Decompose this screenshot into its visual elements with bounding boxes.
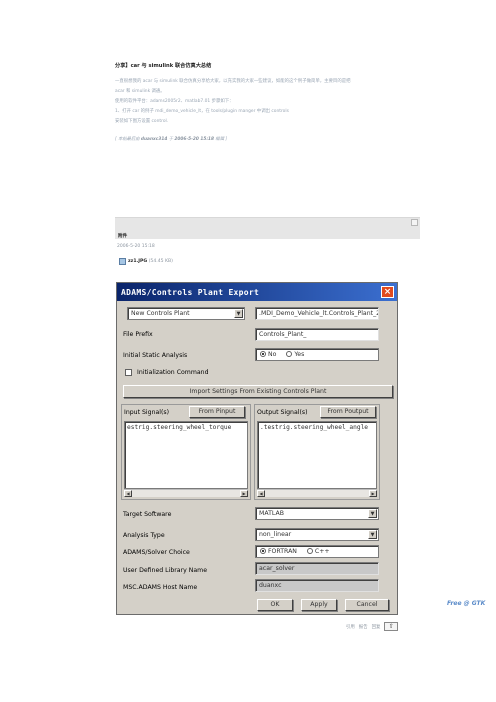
corner-icon bbox=[411, 219, 418, 226]
edit-time: 2006-5-20 15:18 bbox=[174, 137, 215, 142]
output-signals-list[interactable]: .testrig.steering_wheel_angle bbox=[257, 421, 377, 489]
attachment-label: 附件 bbox=[118, 234, 128, 239]
dialog-titlebar[interactable]: ADAMS/Controls Plant Export × bbox=[117, 283, 397, 301]
input-signals-label: Input Signal(s) bbox=[124, 409, 170, 416]
user-library-field[interactable]: acar_solver bbox=[255, 562, 379, 575]
reply-link[interactable]: 回复 bbox=[372, 624, 381, 630]
edit-user[interactable]: duanxc314 bbox=[141, 137, 167, 142]
host-name-field[interactable]: duanxc bbox=[255, 579, 379, 592]
radio-fortran[interactable] bbox=[260, 548, 266, 554]
file-prefix-field[interactable]: Controls_Plant_ bbox=[255, 328, 379, 341]
list-item[interactable]: .testrig.steering_wheel_angle bbox=[260, 424, 374, 431]
dropdown-arrow-icon: ▼ bbox=[368, 509, 377, 518]
edit-note: [ 本帖最后由 duanxc314 于 2006-5-20 15:18 编辑 ] bbox=[115, 137, 228, 142]
scroll-left-icon[interactable]: ◀ bbox=[257, 490, 265, 497]
controls-plant-export-dialog: ADAMS/Controls Plant Export × New Contro… bbox=[116, 282, 398, 615]
scroll-right-icon[interactable]: ▶ bbox=[240, 490, 248, 497]
init-command-label: Initialization Command bbox=[137, 369, 209, 376]
post-text-line: acar 和 simulink 调通。 bbox=[115, 89, 165, 94]
image-file-icon bbox=[119, 258, 126, 265]
analysis-type-label: Analysis Type bbox=[123, 532, 165, 539]
user-library-label: User Defined Library Name bbox=[123, 567, 208, 574]
file-prefix-label: File Prefix bbox=[123, 331, 153, 338]
radio-yes[interactable] bbox=[286, 351, 293, 357]
dropdown-arrow-icon: ▼ bbox=[368, 530, 377, 539]
attachment-bar: 附件 bbox=[115, 217, 420, 239]
radio-cpp[interactable] bbox=[306, 548, 313, 554]
list-item[interactable]: estrig.steering_wheel_torque bbox=[127, 424, 245, 431]
attachment-file-size: (54.45 KB) bbox=[148, 259, 173, 264]
dialog-title: ADAMS/Controls Plant Export bbox=[121, 287, 260, 297]
post-text-line: 一直很想我的 acar 与 simulink 联合仿真分享给大家，以充实我的大家… bbox=[115, 79, 351, 84]
target-software-select[interactable]: MATLAB ▼ bbox=[255, 507, 379, 520]
watermark-logo: Free @ GTK bbox=[447, 600, 486, 607]
apply-button[interactable]: Apply bbox=[301, 599, 337, 611]
initial-static-label: Initial Static Analysis bbox=[123, 352, 188, 359]
radio-no[interactable] bbox=[260, 351, 266, 357]
post-title: 分享】car 与 simulink 联合仿真大总结 bbox=[115, 63, 212, 69]
ok-button[interactable]: OK bbox=[257, 599, 293, 611]
cancel-button[interactable]: Cancel bbox=[345, 599, 389, 611]
post-text-line: 使用的软件平台：adams2005r2、matlab7.01 步骤如下： bbox=[115, 99, 234, 104]
model-name-field[interactable]: .MDI_Demo_Vehicle_lt.Controls_Plant_2 bbox=[255, 307, 379, 320]
dropdown-arrow-icon: ▼ bbox=[234, 309, 243, 318]
input-signals-list[interactable]: estrig.steering_wheel_torque bbox=[124, 421, 248, 489]
initial-static-radio-group: No Yes bbox=[255, 348, 379, 361]
close-icon[interactable]: × bbox=[381, 286, 394, 298]
solver-choice-label: ADAMS/Solver Choice bbox=[123, 549, 190, 556]
input-hscrollbar[interactable]: ◀ ▶ bbox=[124, 489, 248, 497]
import-settings-button[interactable]: Import Settings From Existing Controls P… bbox=[123, 385, 393, 398]
analysis-type-select[interactable]: non_linear ▼ bbox=[255, 528, 379, 541]
from-poutput-button[interactable]: From Poutput bbox=[320, 406, 376, 418]
solver-radio-group: FORTRAN C++ bbox=[255, 545, 379, 558]
plant-select[interactable]: New Controls Plant ▼ bbox=[127, 307, 245, 320]
post-actions: 引用 报告 回复 ⇧ bbox=[346, 622, 399, 631]
init-command-checkbox[interactable] bbox=[125, 369, 132, 376]
host-name-label: MSC.ADAMS Host Name bbox=[123, 584, 198, 591]
from-pinput-button[interactable]: From Pinput bbox=[189, 406, 245, 418]
post-text-line: 1、打开 car 的例子 mdi_demo_vehicle_lt，在 tools… bbox=[115, 109, 289, 114]
attachment-file-name[interactable]: zz1.JPG bbox=[128, 259, 147, 264]
target-software-label: Target Software bbox=[123, 511, 172, 518]
output-signals-label: Output Signal(s) bbox=[257, 409, 308, 416]
scroll-right-icon[interactable]: ▶ bbox=[369, 490, 377, 497]
quote-link[interactable]: 引用 bbox=[346, 624, 355, 630]
attachment-file[interactable]: zz1.JPG (54.45 KB) bbox=[119, 258, 173, 265]
scroll-left-icon[interactable]: ◀ bbox=[124, 490, 132, 497]
output-hscrollbar[interactable]: ◀ ▶ bbox=[257, 489, 377, 497]
back-to-top-icon[interactable]: ⇧ bbox=[384, 622, 399, 631]
report-link[interactable]: 报告 bbox=[359, 624, 368, 630]
forum-post: 分享】car 与 simulink 联合仿真大总结 一直很想我的 acar 与 … bbox=[115, 62, 420, 142]
attachment-date: 2006-5-20 15:18 bbox=[117, 244, 155, 249]
post-text-line: 安装如下图方设置 control. bbox=[115, 119, 169, 124]
